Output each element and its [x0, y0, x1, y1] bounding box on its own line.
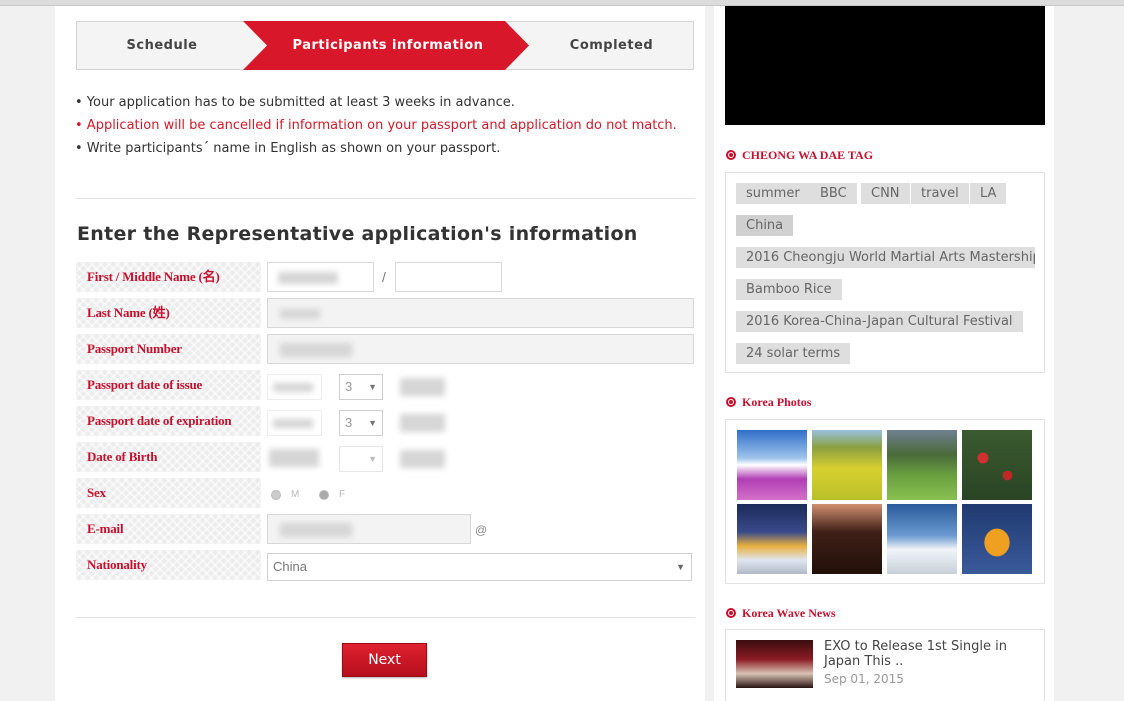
dob-year-select[interactable]: [269, 449, 319, 467]
sex-m-label: M: [291, 489, 300, 500]
label-sex: Sex: [76, 478, 261, 508]
email-at-sign: @: [475, 523, 488, 537]
tag-martial-arts[interactable]: 2016 Cheongju World Martial Arts Masters…: [736, 247, 1035, 268]
step-participants-label: Participants information: [292, 38, 484, 53]
sidebar: CHEONG WA DAE TAG summer BBC CNN travel …: [714, 6, 1054, 701]
tag-solar-terms[interactable]: 24 solar terms: [736, 343, 851, 364]
first-name-input[interactable]: [267, 262, 374, 292]
news-thumbnail[interactable]: [736, 640, 813, 688]
main-content: Schedule Participants information Comple…: [55, 6, 705, 701]
expiration-month-select[interactable]: 3 ▼: [339, 410, 383, 436]
nationality-value: China: [273, 559, 307, 574]
tag-travel[interactable]: travel: [911, 183, 969, 204]
dob-month-select[interactable]: ▼: [339, 446, 383, 472]
label-first-name: First / Middle Name (名): [76, 262, 261, 292]
step-completed: Completed: [569, 38, 654, 53]
chevron-down-icon: ▼: [368, 454, 377, 464]
photo-thumbnail[interactable]: [887, 430, 957, 500]
issue-month-value: 3: [345, 379, 353, 394]
tag-la[interactable]: LA: [970, 183, 1007, 204]
label-passport-issue: Passport date of issue: [76, 370, 261, 400]
divider: [75, 617, 695, 618]
expiration-year-select[interactable]: [267, 410, 322, 436]
news-date: Sep 01, 2015: [824, 672, 904, 686]
tag-section-title: CHEONG WA DAE TAG: [726, 148, 873, 163]
chevron-down-icon: ▼: [676, 562, 685, 572]
sex-m-radio[interactable]: [271, 490, 281, 500]
expiration-day-select[interactable]: [400, 414, 445, 432]
step-schedule: Schedule: [126, 38, 198, 53]
photo-grid: [725, 419, 1045, 584]
tag-cnn[interactable]: CNN: [861, 183, 910, 204]
note-cancel-warning: • Application will be cancelled if infor…: [75, 118, 677, 133]
tag-summer[interactable]: summer: [736, 183, 810, 204]
chevron-down-icon: ▼: [368, 382, 377, 392]
issue-day-select[interactable]: [400, 378, 445, 396]
news-headline[interactable]: EXO to Release 1st Single in Japan This …: [824, 639, 1024, 669]
bullet-icon: [726, 150, 736, 160]
sex-f-radio[interactable]: [319, 490, 329, 500]
next-button[interactable]: Next: [342, 643, 427, 677]
label-passport-expiration: Passport date of expiration: [76, 406, 261, 436]
label-dob: Date of Birth: [76, 442, 261, 472]
dob-day-select[interactable]: [400, 450, 445, 468]
tag-bamboo-rice[interactable]: Bamboo Rice: [736, 279, 842, 300]
news-section-title: Korea Wave News: [726, 606, 836, 621]
form-title: Enter the Representative application's i…: [77, 223, 638, 245]
email-input[interactable]: [267, 514, 471, 544]
expiration-month-value: 3: [345, 415, 353, 430]
bullet-icon: [726, 608, 736, 618]
photo-thumbnail[interactable]: [962, 504, 1032, 574]
nationality-select[interactable]: China ▼: [267, 553, 692, 581]
note-english-name: • Write participants´ name in English as…: [75, 141, 501, 156]
last-name-input[interactable]: [267, 298, 694, 328]
label-nationality: Nationality: [76, 550, 261, 580]
middle-name-input[interactable]: [395, 262, 502, 292]
issue-year-select[interactable]: [267, 374, 322, 400]
video-player[interactable]: [725, 6, 1045, 125]
photo-thumbnail[interactable]: [737, 430, 807, 500]
news-list: EXO to Release 1st Single in Japan This …: [725, 629, 1045, 701]
passport-number-input[interactable]: [267, 334, 694, 364]
tag-china[interactable]: China: [736, 215, 794, 236]
application-notes: • Your application has to be submitted a…: [75, 91, 677, 160]
bullet-icon: [726, 397, 736, 407]
photo-thumbnail[interactable]: [812, 430, 882, 500]
tag-cultural-festival[interactable]: 2016 Korea-China-Japan Cultural Festival: [736, 311, 1023, 332]
chevron-down-icon: ▼: [368, 418, 377, 428]
label-last-name: Last Name (姓): [76, 298, 261, 328]
note-advance: • Your application has to be submitted a…: [75, 95, 515, 110]
photo-thumbnail[interactable]: [737, 504, 807, 574]
tag-bbc[interactable]: BBC: [810, 183, 857, 204]
issue-month-select[interactable]: 3 ▼: [339, 374, 383, 400]
step-participants-active: Participants information: [243, 21, 529, 70]
name-separator: /: [382, 269, 386, 285]
label-email: E-mail: [76, 514, 261, 544]
label-passport-number: Passport Number: [76, 334, 261, 364]
photo-thumbnail[interactable]: [812, 504, 882, 574]
progress-steps: Schedule Participants information Comple…: [76, 21, 694, 70]
tag-cloud: summer BBC CNN travel LA China 2016 Cheo…: [725, 172, 1045, 373]
photo-thumbnail[interactable]: [887, 504, 957, 574]
divider: [75, 198, 695, 199]
sex-f-label: F: [339, 489, 346, 500]
photos-section-title: Korea Photos: [726, 395, 811, 410]
photo-thumbnail[interactable]: [962, 430, 1032, 500]
